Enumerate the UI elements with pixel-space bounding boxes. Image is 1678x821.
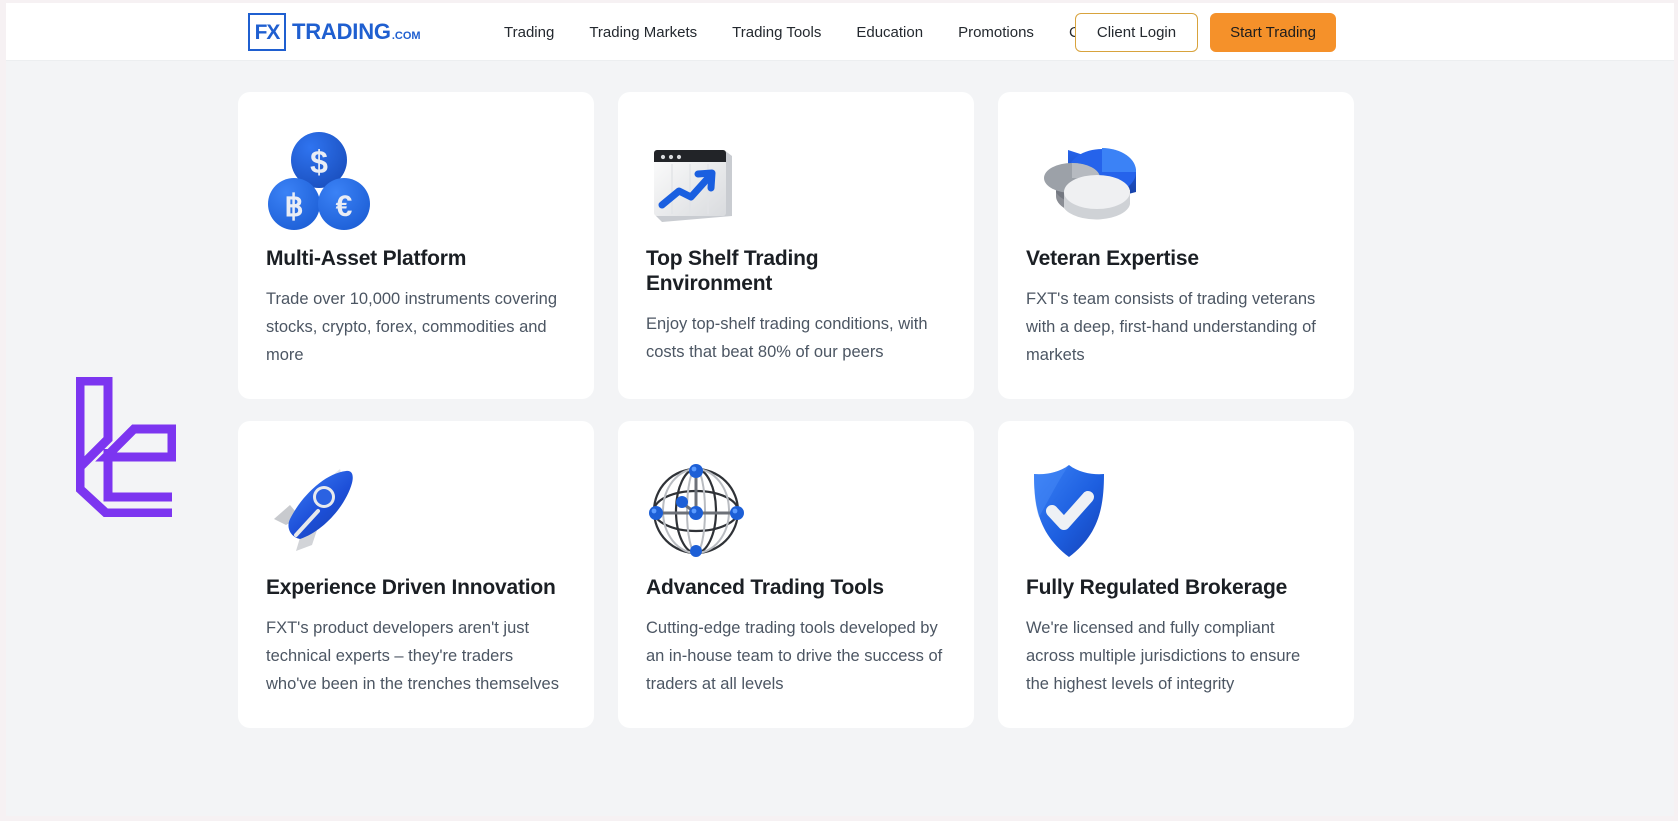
feature-card-body: FXT's team consists of trading veterans …: [1026, 290, 1316, 365]
nav-item-education[interactable]: Education: [856, 25, 923, 40]
main-navigation: Trading Trading Markets Trading Tools Ed…: [504, 3, 1133, 61]
start-trading-button[interactable]: Start Trading: [1210, 12, 1336, 52]
feature-card-title: Multi-Asset Platform: [266, 247, 467, 270]
pie-chart-3d-icon: [1026, 128, 1326, 236]
nav-item-promotions[interactable]: Promotions: [958, 25, 1034, 40]
network-globe-icon: [646, 457, 946, 565]
feature-card-top-shelf-trading-environment[interactable]: Top Shelf Trading Environment Enjoy top-…: [618, 92, 974, 400]
brand-tld: .COM: [391, 29, 421, 42]
nav-item-trading-markets[interactable]: Trading Markets: [589, 25, 697, 40]
feature-card-advanced-trading-tools[interactable]: Advanced Trading Tools Cutting-edge trad…: [618, 421, 974, 729]
header-actions: Client Login Start Trading: [1074, 3, 1336, 61]
feature-card-body: Trade over 10,000 instruments covering s…: [266, 290, 558, 365]
feature-card-multi-asset-platform[interactable]: $ ฿ € Multi-Asset Platform Trade over 10…: [238, 92, 594, 400]
chart-window-uptrend-icon: [646, 128, 946, 236]
currency-coins-icon: $ ฿ €: [266, 128, 566, 236]
site-header: FX TRADING .COM Trading Trading Markets …: [6, 3, 1674, 61]
feature-card-body: Cutting-edge trading tools developed by …: [646, 619, 943, 694]
client-login-button[interactable]: Client Login: [1074, 12, 1199, 52]
svg-text:฿: ฿: [284, 190, 303, 223]
svg-text:€: €: [336, 190, 353, 223]
fx-logo-mark: FX: [248, 13, 286, 51]
site-logo[interactable]: FX TRADING .COM: [248, 13, 421, 51]
feature-card-title: Experience Driven Innovation: [266, 576, 556, 600]
svg-text:$: $: [310, 144, 328, 180]
feature-card-title: Fully Regulated Brokerage: [1026, 576, 1288, 600]
main-content: $ ฿ € Multi-Asset Platform Trade over 10…: [6, 61, 1674, 816]
purple-bracket-logo-icon: [75, 376, 177, 518]
browser-viewport: FX TRADING .COM Trading Trading Markets …: [0, 0, 1678, 821]
nav-item-trading-tools[interactable]: Trading Tools: [732, 25, 821, 40]
feature-card-body: FXT's product developers aren't just tec…: [266, 619, 559, 694]
feature-card-grid: $ ฿ € Multi-Asset Platform Trade over 10…: [238, 92, 1410, 729]
page-root: FX TRADING .COM Trading Trading Markets …: [6, 3, 1674, 816]
fx-logo-text: FX: [254, 20, 281, 44]
feature-card-body: Enjoy top-shelf trading conditions, with…: [646, 315, 928, 362]
brand-wordmark: TRADING: [292, 19, 391, 44]
feature-card-body: We're licensed and fully compliant acros…: [1026, 619, 1301, 694]
feature-card-title: Top Shelf Trading Environment: [646, 247, 819, 296]
nav-item-trading[interactable]: Trading: [504, 25, 554, 40]
feature-card-fully-regulated-brokerage[interactable]: Fully Regulated Brokerage We're licensed…: [998, 421, 1354, 729]
feature-card-title: Veteran Expertise: [1026, 247, 1199, 270]
feature-card-veteran-expertise[interactable]: Veteran Expertise FXT's team consists of…: [998, 92, 1354, 400]
feature-card-experience-driven-innovation[interactable]: Experience Driven Innovation FXT's produ…: [238, 421, 594, 729]
shield-check-icon: [1026, 457, 1326, 565]
feature-card-title: Advanced Trading Tools: [646, 576, 884, 600]
rocket-icon: [266, 457, 566, 565]
